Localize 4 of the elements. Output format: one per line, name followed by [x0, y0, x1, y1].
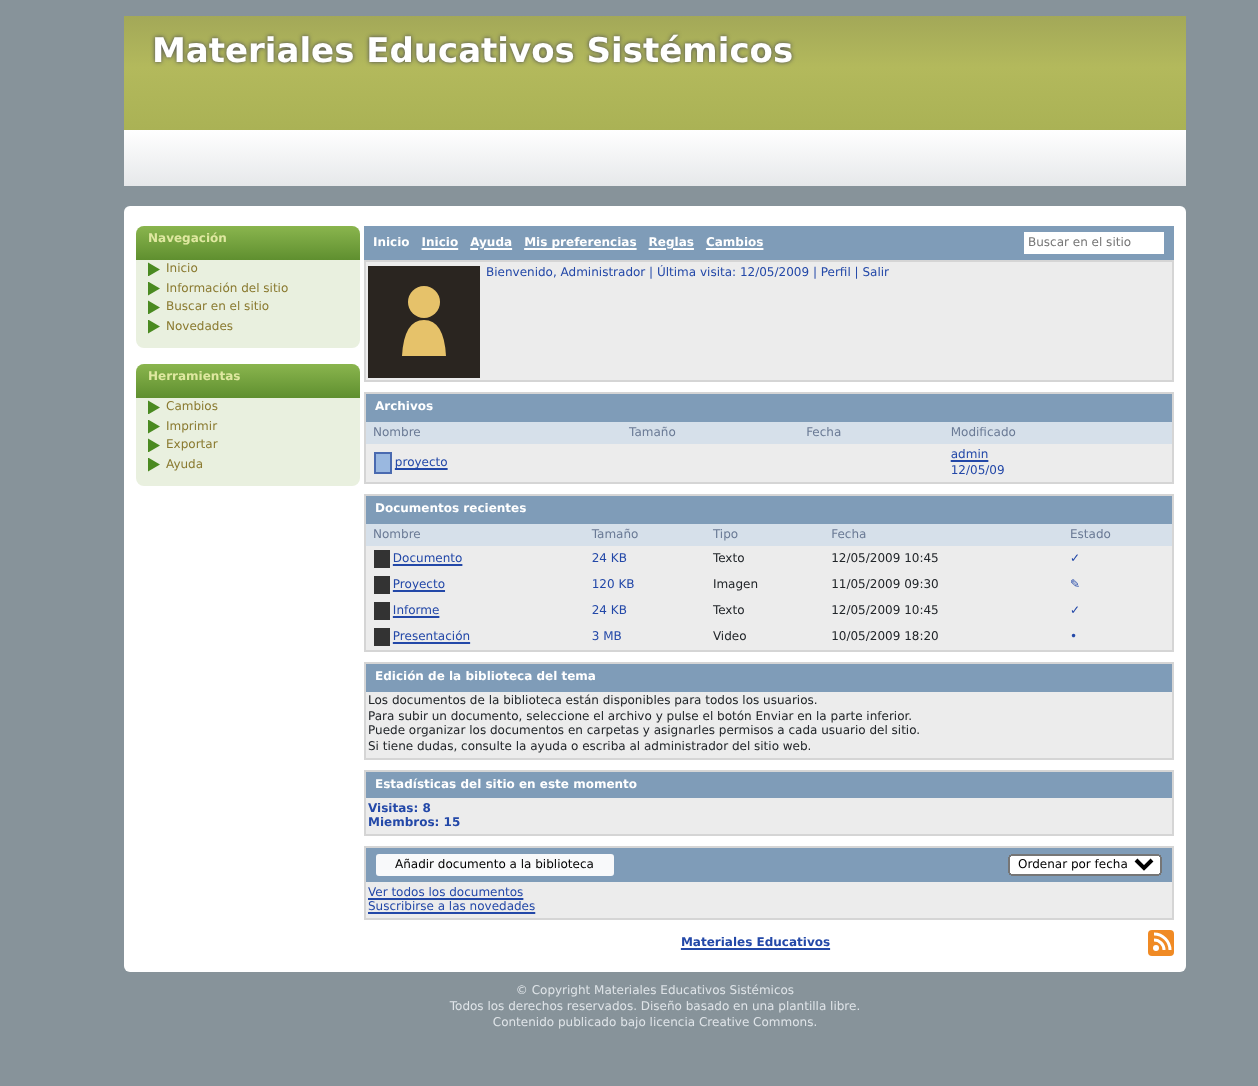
user-silhouette-icon: [398, 283, 450, 359]
site-title: Materiales Educativos Sistémicos: [152, 32, 796, 75]
rss-icon[interactable]: [1147, 930, 1174, 956]
document-icon: [373, 452, 391, 474]
